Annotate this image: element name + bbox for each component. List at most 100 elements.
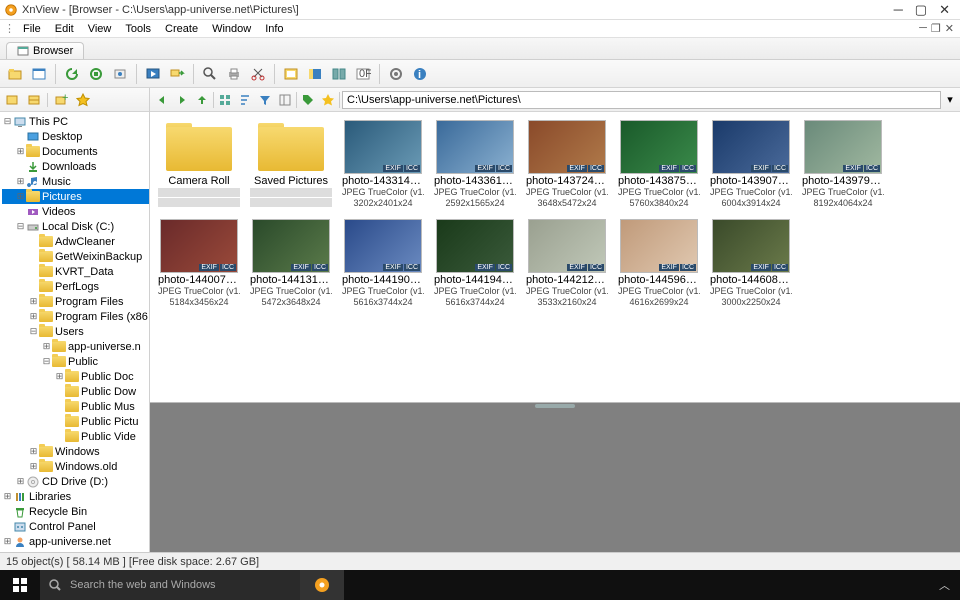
tree-node[interactable]: ⊞Windows.old	[2, 459, 149, 474]
tree-node[interactable]: Downloads	[2, 159, 149, 174]
tree-node[interactable]: Control Panel	[2, 519, 149, 534]
fav-star-button[interactable]	[74, 91, 92, 109]
tree-node[interactable]: Public Mus	[2, 399, 149, 414]
mdi-minimize-button[interactable]: ─	[919, 22, 927, 35]
tab-browser[interactable]: Browser	[6, 42, 84, 59]
folder-tree[interactable]: ⊟This PCDesktop⊞DocumentsDownloads⊞Music…	[0, 112, 149, 552]
expand-icon[interactable]: ⊞	[2, 536, 13, 547]
tree-node[interactable]: ⊞app-universe.net	[2, 534, 149, 549]
filter-button[interactable]	[256, 91, 274, 109]
address-dropdown[interactable]: ▾	[943, 91, 957, 109]
view-mode-button[interactable]	[216, 91, 234, 109]
tree-node[interactable]: ⊞Public Doc	[2, 369, 149, 384]
tree-node[interactable]: Videos	[2, 204, 149, 219]
fav-add-button[interactable]	[3, 91, 21, 109]
layout-button[interactable]	[276, 91, 294, 109]
menu-grip[interactable]: ⋮	[4, 22, 14, 35]
image-item[interactable]: EXIFICCphoto-14413123...JPEG TrueColor (…	[250, 219, 332, 308]
taskbar-app-xnview[interactable]	[300, 570, 344, 600]
image-item[interactable]: EXIFICCphoto-14397980...JPEG TrueColor (…	[802, 120, 884, 209]
image-item[interactable]: EXIFICCphoto-14387555...JPEG TrueColor (…	[618, 120, 700, 209]
mdi-close-button[interactable]: ✕	[945, 22, 954, 35]
cut-button[interactable]	[247, 63, 269, 85]
tree-node[interactable]: ⊞Music	[2, 174, 149, 189]
slideshow-button[interactable]	[142, 63, 164, 85]
tree-node[interactable]: ⊟This PC	[2, 114, 149, 129]
tree-node[interactable]: ⊞Pictures	[2, 189, 149, 204]
expand-icon[interactable]: ⊞	[15, 476, 26, 487]
image-item[interactable]: EXIFICCphoto-14331487...JPEG TrueColor (…	[342, 120, 424, 209]
tree-node[interactable]: ⊞Documents	[2, 144, 149, 159]
about-button[interactable]: i	[409, 63, 431, 85]
tag-button[interactable]	[299, 91, 317, 109]
menu-file[interactable]: File	[16, 22, 48, 36]
tree-node[interactable]: Public Dow	[2, 384, 149, 399]
expand-icon[interactable]: ⊞	[15, 176, 26, 187]
fullscreen-button[interactable]	[28, 63, 50, 85]
menu-create[interactable]: Create	[158, 22, 205, 36]
image-item[interactable]: EXIFICCphoto-14390742...JPEG TrueColor (…	[710, 120, 792, 209]
sort-button[interactable]	[236, 91, 254, 109]
expand-icon[interactable]: ⊞	[41, 341, 52, 352]
acquire-button[interactable]	[109, 63, 131, 85]
expand-icon[interactable]: ⊞	[15, 146, 26, 157]
image-item[interactable]: EXIFICCphoto-14400739...JPEG TrueColor (…	[158, 219, 240, 308]
expand-icon[interactable]: ⊞	[2, 491, 13, 502]
expand-icon[interactable]: ⊞	[28, 311, 39, 322]
menu-tools[interactable]: Tools	[118, 22, 158, 36]
tree-node[interactable]: Desktop	[2, 129, 149, 144]
up-button[interactable]	[193, 91, 211, 109]
image-item[interactable]: EXIFICCphoto-14460805...JPEG TrueColor (…	[710, 219, 792, 308]
print-button[interactable]	[223, 63, 245, 85]
expand-icon[interactable]: ⊟	[28, 326, 39, 337]
refresh-button[interactable]	[61, 63, 83, 85]
convert-button[interactable]	[166, 63, 188, 85]
forward-button[interactable]	[173, 91, 191, 109]
tree-node[interactable]: Homegroup	[2, 549, 149, 552]
folder-item[interactable]: Camera Roll	[158, 120, 240, 209]
image-item[interactable]: EXIFICCphoto-14372404...JPEG TrueColor (…	[526, 120, 608, 209]
tree-node[interactable]: ⊞CD Drive (D:)	[2, 474, 149, 489]
image-item[interactable]: EXIFICCphoto-14459640...JPEG TrueColor (…	[618, 219, 700, 308]
maximize-button[interactable]: ▢	[915, 2, 927, 18]
rating-button[interactable]	[319, 91, 337, 109]
mdi-restore-button[interactable]: ❐	[931, 22, 941, 35]
expand-icon[interactable]: ⊞	[15, 191, 26, 202]
expand-icon[interactable]: ⊞	[54, 371, 65, 382]
tree-node[interactable]: Recycle Bin	[2, 504, 149, 519]
expand-icon[interactable]: ⊞	[28, 446, 39, 457]
options-button[interactable]	[385, 63, 407, 85]
tree-node[interactable]: ⊞Libraries	[2, 489, 149, 504]
tree-node[interactable]: ⊟Local Disk (C:)	[2, 219, 149, 234]
back-button[interactable]	[153, 91, 171, 109]
stop-button[interactable]	[85, 63, 107, 85]
image-item[interactable]: EXIFICCphoto-14421201...JPEG TrueColor (…	[526, 219, 608, 308]
thumbnail-grid[interactable]: Camera RollSaved PicturesEXIFICCphoto-14…	[150, 112, 960, 402]
panel-button[interactable]	[304, 63, 326, 85]
compare-button[interactable]	[328, 63, 350, 85]
open-button[interactable]	[4, 63, 26, 85]
expand-icon[interactable]: ⊞	[28, 461, 39, 472]
address-bar[interactable]: C:\Users\app-universe.net\Pictures\	[342, 91, 941, 109]
tray-chevron[interactable]: ︿	[929, 577, 960, 593]
tree-node[interactable]: ⊞Program Files (x86	[2, 309, 149, 324]
image-item[interactable]: EXIFICCphoto-14419432...JPEG TrueColor (…	[434, 219, 516, 308]
close-button[interactable]: ✕	[939, 2, 950, 18]
tree-node[interactable]: GetWeixinBackup	[2, 249, 149, 264]
new-folder-button[interactable]: +	[52, 91, 70, 109]
tree-node[interactable]: ⊟Users	[2, 324, 149, 339]
expand-icon[interactable]: ⊟	[15, 221, 26, 232]
search-button[interactable]	[199, 63, 221, 85]
tree-node[interactable]: ⊞app-universe.n	[2, 339, 149, 354]
image-item[interactable]: EXIFICCphoto-14419063...JPEG TrueColor (…	[342, 219, 424, 308]
menu-edit[interactable]: Edit	[48, 22, 81, 36]
folder-item[interactable]: Saved Pictures	[250, 120, 332, 209]
menu-window[interactable]: Window	[205, 22, 258, 36]
hex-button[interactable]: 0F	[352, 63, 374, 85]
start-button[interactable]	[0, 570, 40, 600]
fav-list-button[interactable]	[25, 91, 43, 109]
tree-node[interactable]: ⊞Program Files	[2, 294, 149, 309]
splitter-horizontal[interactable]	[535, 404, 575, 408]
tree-node[interactable]: ⊟Public	[2, 354, 149, 369]
tree-node[interactable]: ⊞Windows	[2, 444, 149, 459]
